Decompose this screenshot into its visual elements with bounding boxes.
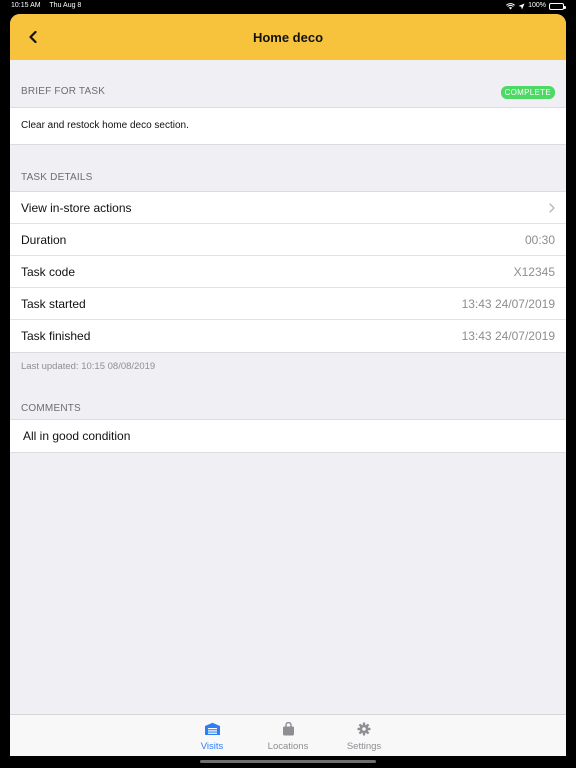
status-bar: 10:15 AM Thu Aug 8 100% xyxy=(0,0,576,12)
row-value: X12345 xyxy=(513,264,555,279)
status-date: Thu Aug 8 xyxy=(49,2,82,9)
brief-header-label: BRIEF FOR TASK xyxy=(21,86,106,97)
chevron-right-icon xyxy=(549,202,555,213)
battery-icon xyxy=(549,2,566,10)
tab-locations[interactable]: Locations xyxy=(261,715,315,756)
row-value: 13:43 24/07/2019 xyxy=(461,329,555,343)
tab-label: Locations xyxy=(267,741,309,752)
task-finished-row: Task finished 13:43 24/07/2019 xyxy=(10,320,566,352)
tab-visits[interactable]: Visits xyxy=(185,715,239,756)
brief-section-header: BRIEF FOR TASK COMPLETE xyxy=(10,60,566,107)
tab-settings[interactable]: Settings xyxy=(337,715,391,756)
gear-icon xyxy=(357,721,371,737)
row-value: 00:30 xyxy=(524,232,555,247)
task-started-row: Task started 13:43 24/07/2019 xyxy=(10,288,566,320)
tab-label: Visits xyxy=(200,741,224,752)
chevron-left-icon xyxy=(29,31,37,43)
details-card: View in-store actions Duration 00:30 Tas… xyxy=(10,191,566,353)
app-window: Home deco BRIEF FOR TASK COMPLETE Clear … xyxy=(10,14,566,756)
comments-card: All in good condition xyxy=(10,419,566,453)
row-label: Task finished xyxy=(21,329,91,343)
details-header-label: TASK DETAILS xyxy=(21,172,93,183)
row-value: 13:43 24/07/2019 xyxy=(461,296,555,311)
view-in-store-actions-row[interactable]: View in-store actions xyxy=(10,192,566,224)
task-code-row: Task code X12345 xyxy=(10,256,566,288)
bag-icon xyxy=(282,721,295,737)
comments-section-header: COMMENTS xyxy=(10,397,566,419)
status-badge: COMPLETE xyxy=(500,86,555,99)
comment-text: All in good condition xyxy=(23,429,131,443)
row-label: View in-store actions xyxy=(21,200,132,215)
duration-row: Duration 00:30 xyxy=(10,224,566,256)
location-arrow-icon xyxy=(518,3,525,9)
tab-label: Settings xyxy=(346,741,382,752)
row-label: Task started xyxy=(21,296,86,311)
back-button[interactable] xyxy=(22,26,44,48)
comments-header-label: COMMENTS xyxy=(21,403,81,414)
brief-text: Clear and restock home deco section. xyxy=(21,120,189,131)
details-section-header: TASK DETAILS xyxy=(10,145,566,191)
store-icon xyxy=(204,721,221,737)
row-label: Task code xyxy=(21,264,76,279)
row-label: Duration xyxy=(21,232,67,247)
nav-bar: Home deco xyxy=(10,14,566,60)
home-indicator xyxy=(200,760,376,763)
wifi-icon xyxy=(506,2,516,9)
page-title: Home deco xyxy=(252,29,324,45)
brief-card: Clear and restock home deco section. xyxy=(10,107,566,145)
tab-bar: Visits Locations Settings xyxy=(10,714,566,756)
battery-percent: 100% xyxy=(528,2,546,9)
last-updated-text: Last updated: 10:15 08/08/2019 xyxy=(21,361,156,372)
status-time: 10:15 AM xyxy=(11,2,41,9)
